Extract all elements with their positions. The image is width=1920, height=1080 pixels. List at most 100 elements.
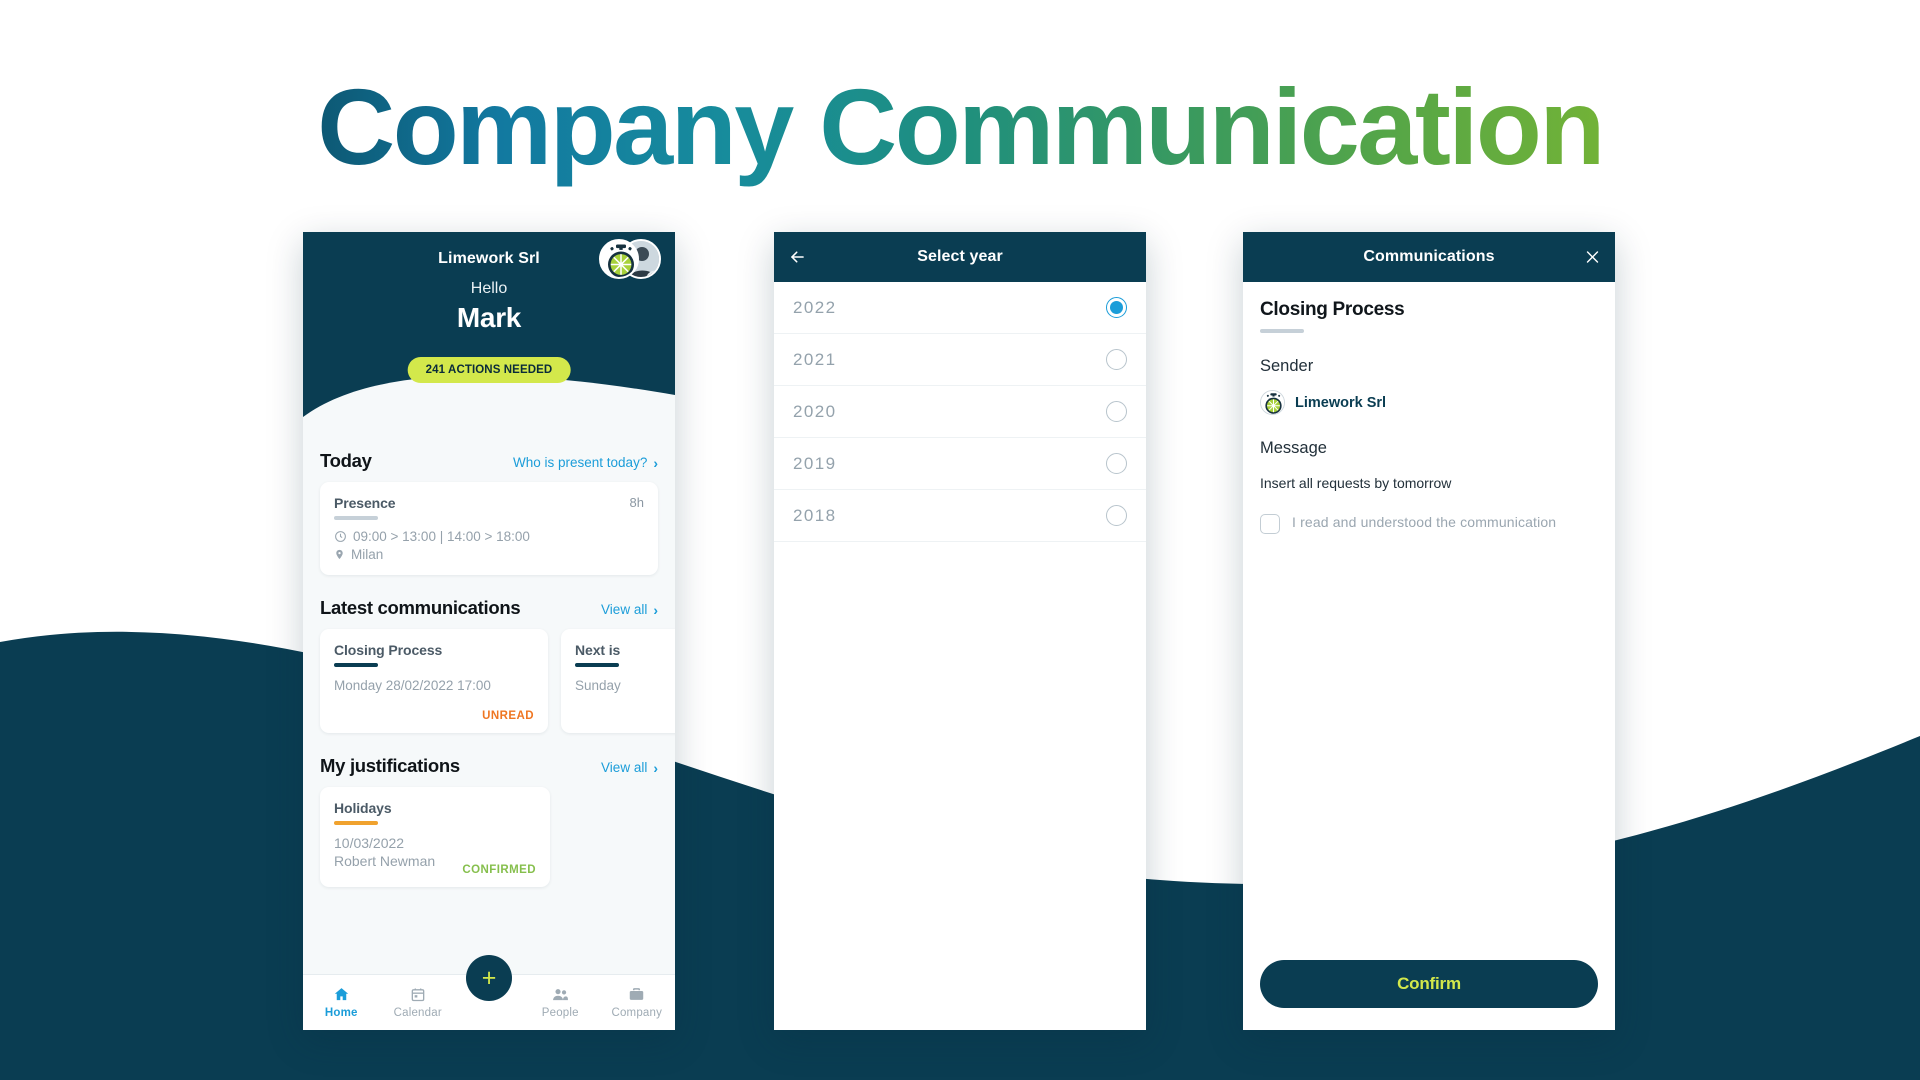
year-row-2019[interactable]: 2019 <box>774 438 1146 490</box>
home-header: Limework Srl Hello Mark 241 ACTIONS NEED… <box>303 232 675 433</box>
select-year-title: Select year <box>917 248 1003 265</box>
year-list: 2022 2021 2020 2019 2018 <box>774 282 1146 1030</box>
presence-title: Presence <box>334 495 396 511</box>
back-button[interactable] <box>788 248 807 267</box>
presence-location-row: Milan <box>334 547 644 562</box>
communication-card-date: Monday 28/02/2022 17:00 <box>334 678 491 693</box>
sender-row[interactable]: Limework Srl <box>1260 390 1598 415</box>
communication-card-title: Closing Process <box>334 642 443 658</box>
bottom-tab-bar: Home Calendar + People Company <box>303 955 676 1030</box>
presence-card[interactable]: Presence 8h 09:00 > 13:00 | 14:00 > 18:0… <box>320 482 658 575</box>
location-pin-icon <box>334 548 345 561</box>
sender-name: Limework Srl <box>1295 394 1387 411</box>
phone-communication-detail-screen: Communications Closing Process Sender Li… <box>1243 232 1615 1030</box>
chevron-right-icon: › <box>653 601 658 618</box>
justifications-title: My justifications <box>320 755 460 776</box>
communication-card-underline <box>334 663 378 667</box>
screenshot-root: Company Communication Limework Srl Hello… <box>0 0 1920 1080</box>
acknowledge-checkbox-label: I read and understood the communication <box>1292 514 1557 530</box>
tab-people[interactable]: People <box>522 986 599 1019</box>
chevron-right-icon: › <box>653 454 658 471</box>
communication-nav-bar: Communications <box>1243 232 1615 282</box>
select-year-nav-bar: Select year <box>774 232 1146 282</box>
presence-schedule-row: 09:00 > 13:00 | 14:00 > 18:00 <box>334 529 644 544</box>
briefcase-icon <box>628 986 645 1003</box>
who-is-present-link[interactable]: Who is present today? › <box>513 455 658 471</box>
year-row-2021[interactable]: 2021 <box>774 334 1146 386</box>
year-radio-selected[interactable] <box>1106 297 1127 318</box>
close-button[interactable] <box>1584 249 1601 266</box>
home-icon <box>333 986 350 1003</box>
justifications-view-all-label: View all <box>601 760 648 775</box>
tab-company-label: Company <box>611 1007 663 1019</box>
justification-card-title: Holidays <box>334 800 392 816</box>
presence-location: Milan <box>351 547 384 562</box>
year-label: 2018 <box>793 505 837 525</box>
communication-card[interactable]: Closing Process Monday 28/02/2022 17:00 … <box>320 629 548 733</box>
tab-calendar-label: Calendar <box>393 1007 442 1019</box>
tab-company[interactable]: Company <box>599 986 676 1019</box>
avatar-company-logo[interactable] <box>599 239 639 279</box>
year-radio[interactable] <box>1106 349 1127 370</box>
year-radio[interactable] <box>1106 505 1127 526</box>
tab-people-label: People <box>541 1007 579 1019</box>
communications-view-all-link[interactable]: View all › <box>601 602 658 618</box>
presence-schedule: 09:00 > 13:00 | 14:00 > 18:00 <box>353 529 530 544</box>
year-row-2018[interactable]: 2018 <box>774 490 1146 542</box>
people-icon <box>551 986 570 1003</box>
phone-home-screen: Limework Srl Hello Mark 241 ACTIONS NEED… <box>303 232 675 1030</box>
acknowledge-checkbox-row[interactable]: I read and understood the communication <box>1260 513 1598 534</box>
presence-underline <box>334 516 378 520</box>
communications-carousel[interactable]: Closing Process Monday 28/02/2022 17:00 … <box>320 629 675 733</box>
communication-card-underline <box>575 663 619 667</box>
tab-calendar[interactable]: Calendar <box>380 986 457 1019</box>
communication-title: Closing Process <box>1260 299 1405 320</box>
page-title: Company Communication <box>0 67 1920 187</box>
year-label: 2019 <box>793 453 837 473</box>
sender-logo-icon <box>1260 390 1285 415</box>
greeting-text: Hello <box>470 280 508 297</box>
clock-icon <box>334 530 347 543</box>
communications-view-all-label: View all <box>601 602 648 617</box>
communication-title-underline <box>1260 329 1304 333</box>
year-label: 2022 <box>793 297 837 317</box>
avatar-group[interactable] <box>599 239 661 279</box>
presence-hours: 8h <box>629 495 644 510</box>
communication-card[interactable]: Next is Sunday <box>561 629 675 733</box>
year-row-2020[interactable]: 2020 <box>774 386 1146 438</box>
message-text: Insert all requests by tomorrow <box>1260 475 1452 491</box>
year-row-2022[interactable]: 2022 <box>774 282 1146 334</box>
add-button[interactable]: + <box>466 955 512 1001</box>
communication-card-title: Next is <box>575 642 621 658</box>
year-radio[interactable] <box>1106 453 1127 474</box>
today-section-header: Today Who is present today? › <box>320 432 658 482</box>
communications-section-header: Latest communications View all › <box>320 575 658 629</box>
calendar-icon <box>410 986 426 1003</box>
justification-card-underline <box>334 821 378 825</box>
who-is-present-label: Who is present today? <box>513 455 648 470</box>
acknowledge-checkbox[interactable] <box>1260 514 1280 534</box>
arrow-left-icon <box>788 248 807 267</box>
justification-card-date: 10/03/2022 <box>334 835 405 851</box>
communication-content: Closing Process Sender Limework Srl Mess… <box>1243 282 1615 960</box>
message-label: Message <box>1260 439 1327 457</box>
user-name: Mark <box>456 302 522 333</box>
confirm-button-container: Confirm <box>1243 960 1615 1030</box>
today-title: Today <box>320 450 372 471</box>
close-icon <box>1584 249 1601 266</box>
communication-card-date: Sunday <box>575 678 621 693</box>
chevron-right-icon: › <box>653 759 658 776</box>
home-content: Today Who is present today? › Presence 8… <box>303 432 675 974</box>
confirm-button[interactable]: Confirm <box>1260 960 1598 1008</box>
year-radio[interactable] <box>1106 401 1127 422</box>
year-label: 2021 <box>793 349 837 369</box>
communication-nav-title: Communications <box>1363 248 1495 265</box>
communication-status-badge: UNREAD <box>482 710 534 722</box>
justifications-view-all-link[interactable]: View all › <box>601 760 658 776</box>
communications-title: Latest communications <box>320 597 521 618</box>
tab-home[interactable]: Home <box>303 986 380 1019</box>
year-label: 2020 <box>793 401 837 421</box>
justification-card[interactable]: Holidays 10/03/2022 Robert Newman CONFIR… <box>320 787 550 887</box>
phone-select-year-screen: Select year 2022 2021 2020 2019 2018 <box>774 232 1146 1030</box>
actions-needed-badge[interactable]: 241 ACTIONS NEEDED <box>407 357 571 383</box>
